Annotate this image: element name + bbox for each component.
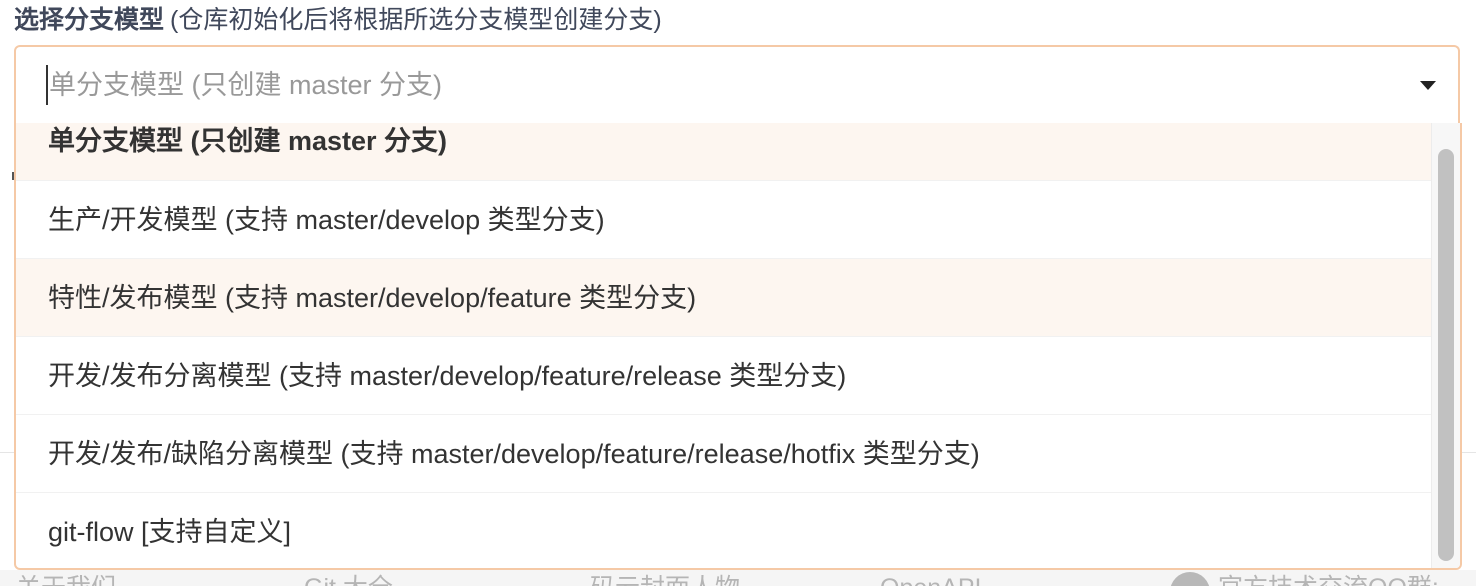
right-divider bbox=[1462, 452, 1476, 453]
option-development-release-hotfix-separation[interactable]: 开发/发布/缺陷分离模型 (支持 master/develop/feature/… bbox=[16, 415, 1434, 493]
user-icon bbox=[1170, 572, 1210, 586]
branch-model-dropdown: 单分支模型 (只创建 master 分支) 生产/开发模型 (支持 master… bbox=[14, 123, 1462, 570]
branch-model-page: 选择分支模型 (仓库初始化后将根据所选分支模型创建分支) 单分支模型 (只创建 m… bbox=[0, 0, 1476, 586]
option-production-development[interactable]: 生产/开发模型 (支持 master/develop 类型分支) bbox=[16, 181, 1434, 259]
footer-link-about[interactable]: 关于我们 bbox=[16, 574, 116, 586]
scrollbar-thumb[interactable] bbox=[1438, 149, 1454, 561]
footer-link-cover[interactable]: 码云封面人物 bbox=[590, 574, 740, 586]
label-hint: (仓库初始化后将根据所选分支模型创建分支) bbox=[170, 6, 662, 34]
footer-link-git[interactable]: Git 大全 bbox=[304, 574, 393, 586]
option-development-release-separation[interactable]: 开发/发布分离模型 (支持 master/develop/feature/rel… bbox=[16, 337, 1434, 415]
option-single-branch[interactable]: 单分支模型 (只创建 master 分支) bbox=[16, 123, 1434, 181]
label-main: 选择分支模型 bbox=[14, 6, 165, 34]
branch-model-label: 选择分支模型 (仓库初始化后将根据所选分支模型创建分支) bbox=[14, 2, 662, 38]
option-list: 单分支模型 (只创建 master 分支) 生产/开发模型 (支持 master… bbox=[16, 123, 1434, 568]
select-search-input[interactable]: 单分支模型 (只创建 master 分支) bbox=[46, 65, 442, 105]
dropdown-scrollbar[interactable] bbox=[1431, 123, 1460, 568]
caret-down-icon[interactable] bbox=[1420, 81, 1436, 90]
left-divider bbox=[0, 452, 14, 453]
footer: 关于我们 Git 大全 码云封面人物 OpenAPI 官方技术交流QQ群: bbox=[0, 570, 1476, 586]
branch-model-select[interactable]: 单分支模型 (只创建 master 分支) bbox=[14, 45, 1460, 123]
option-git-flow[interactable]: git-flow [支持自定义] bbox=[16, 493, 1434, 568]
footer-link-openapi[interactable]: OpenAPI bbox=[880, 574, 981, 586]
footer-qq-group[interactable]: 官方技术交流QQ群: bbox=[1218, 574, 1439, 586]
option-feature-release[interactable]: 特性/发布模型 (支持 master/develop/feature 类型分支) bbox=[16, 259, 1434, 337]
